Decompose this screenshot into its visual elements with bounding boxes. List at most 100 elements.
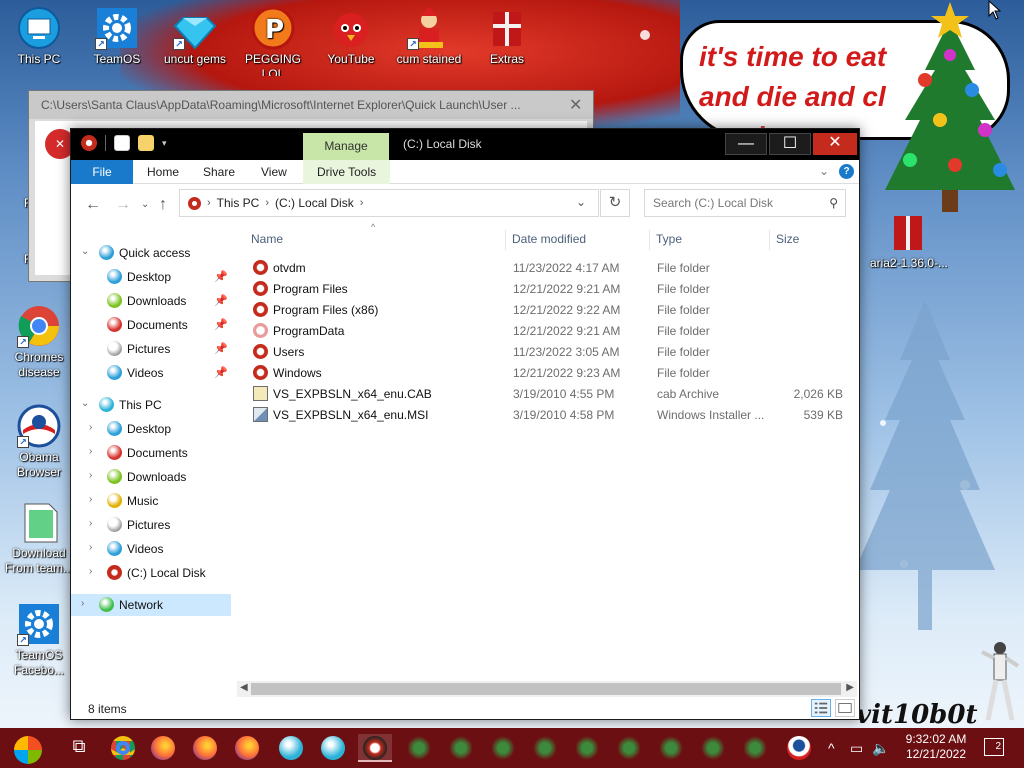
breadcrumb-separator-icon[interactable]: › xyxy=(360,197,364,209)
sidebar-item-pc-videos[interactable]: › Videos xyxy=(71,538,231,560)
sidebar-item-downloads[interactable]: Downloads 📌 xyxy=(71,290,231,312)
taskbar-firefox-3[interactable] xyxy=(230,734,264,762)
sidebar-item-local-disk[interactable]: › (C:) Local Disk xyxy=(71,562,231,584)
column-divider[interactable] xyxy=(505,230,506,250)
table-row[interactable]: otvdm 11/23/2022 4:17 AM File folder xyxy=(245,257,855,278)
scroll-right-icon[interactable]: ▶ xyxy=(846,682,854,693)
search-input[interactable]: Search (C:) Local Disk ⚲ xyxy=(644,189,846,217)
tab-file[interactable]: File xyxy=(71,160,133,184)
desktop-icon-this-pc[interactable]: This PC xyxy=(0,6,78,67)
tab-share[interactable]: Share xyxy=(189,160,249,184)
up-arrow-icon[interactable]: ↑ xyxy=(159,196,167,214)
desktop-icon-obama-browser[interactable]: ↗ Obama Browser xyxy=(0,404,78,480)
taskbar-tree-app-3[interactable] xyxy=(486,734,520,762)
taskbar-tree-app-5[interactable] xyxy=(570,734,604,762)
close-button[interactable]: ✕ xyxy=(813,133,857,155)
column-divider[interactable] xyxy=(649,230,650,250)
expand-chevron-icon[interactable]: › xyxy=(89,542,92,553)
column-header-date[interactable]: Date modified xyxy=(512,232,586,246)
table-row[interactable]: Program Files (x86) 12/21/2022 9:22 AM F… xyxy=(245,299,855,320)
taskbar-app-blue-1[interactable] xyxy=(274,734,308,762)
taskbar-app-blue-2[interactable] xyxy=(316,734,350,762)
taskbar-firefox-2[interactable] xyxy=(188,734,222,762)
taskbar-tree-app-4[interactable] xyxy=(528,734,562,762)
address-dropdown-icon[interactable]: ⌄ xyxy=(576,195,586,209)
forward-arrow-icon[interactable]: → xyxy=(115,196,131,214)
column-divider[interactable] xyxy=(769,230,770,250)
expand-chevron-icon[interactable]: › xyxy=(89,494,92,505)
customize-toolbar-icon[interactable]: ▾ xyxy=(162,138,167,149)
task-view-button[interactable]: ⧉ xyxy=(62,734,96,762)
background-window-close-button[interactable]: ✕ xyxy=(569,95,582,115)
desktop-icon-chromes-disease[interactable]: ↗ Chromes disease xyxy=(0,304,78,380)
taskbar-tree-app-7[interactable] xyxy=(654,734,688,762)
taskbar-tree-app-1[interactable] xyxy=(402,734,436,762)
expand-chevron-icon[interactable]: › xyxy=(89,446,92,457)
column-header-name[interactable]: Name xyxy=(251,232,283,246)
taskbar-tree-app-8[interactable] xyxy=(696,734,730,762)
scroll-left-icon[interactable]: ◀ xyxy=(240,682,248,693)
pin-icon[interactable]: 📌 xyxy=(214,366,228,379)
pin-icon[interactable]: 📌 xyxy=(214,294,228,307)
desktop-icon-uncut-gems[interactable]: ↗ uncut gems xyxy=(156,6,234,76)
expand-chevron-icon[interactable]: › xyxy=(89,518,92,529)
file-explorer-window[interactable]: ▾ Manage (C:) Local Disk — ☐ ✕ File Home… xyxy=(70,128,860,720)
properties-icon[interactable] xyxy=(114,135,130,151)
system-clock[interactable]: 9:32:02 AM 12/21/2022 xyxy=(896,732,976,762)
column-header-type[interactable]: Type xyxy=(656,232,682,246)
table-row[interactable]: Users 11/23/2022 3:05 AM File folder xyxy=(245,341,855,362)
breadcrumb-separator-icon[interactable]: › xyxy=(265,197,269,209)
expand-chevron-icon[interactable]: › xyxy=(89,566,92,577)
refresh-button[interactable]: ↻ xyxy=(600,189,630,217)
maximize-button[interactable]: ☐ xyxy=(769,133,811,155)
scrollbar-thumb[interactable] xyxy=(251,683,841,695)
pin-icon[interactable]: 📌 xyxy=(214,318,228,331)
taskbar-firefox-1[interactable] xyxy=(146,734,180,762)
desktop-icon-download-from-team[interactable]: Download From team... xyxy=(0,500,78,576)
table-row[interactable]: VS_EXPBSLN_x64_enu.MSI 3/19/2010 4:58 PM… xyxy=(245,404,855,425)
tab-home[interactable]: Home xyxy=(133,160,193,184)
help-icon[interactable]: ? xyxy=(839,164,854,179)
desktop-icon-teamos[interactable]: ↗ TeamOS xyxy=(78,6,156,76)
breadcrumb-this-pc[interactable]: This PC xyxy=(217,196,260,210)
table-row[interactable]: Program Files 12/21/2022 9:21 AM File fo… xyxy=(245,278,855,299)
taskbar-tree-app-9[interactable] xyxy=(738,734,772,762)
details-view-button[interactable] xyxy=(811,699,831,717)
breadcrumb-local-disk[interactable]: (C:) Local Disk xyxy=(275,196,354,210)
pin-icon[interactable]: 📌 xyxy=(214,342,228,355)
sidebar-item-pc-downloads[interactable]: › Downloads xyxy=(71,466,231,488)
expand-chevron-icon[interactable]: › xyxy=(81,598,84,609)
desktop-icon-youtube[interactable]: YouTube xyxy=(312,6,390,76)
table-row[interactable]: VS_EXPBSLN_x64_enu.CAB 3/19/2010 4:55 PM… xyxy=(245,383,855,404)
desktop-icon-pegging[interactable]: P PEGGING LOL xyxy=(234,6,312,76)
taskbar-obama-browser[interactable] xyxy=(782,734,816,762)
desktop-icon-aria2[interactable]: aria2-1.36.0-... xyxy=(868,210,948,271)
tab-drive-tools[interactable]: Drive Tools xyxy=(303,160,391,184)
recent-locations-icon[interactable]: ⌄ xyxy=(141,199,149,210)
desktop-icon-extras[interactable]: Extras xyxy=(468,6,546,76)
sidebar-item-pc-music[interactable]: › Music xyxy=(71,490,231,512)
desktop-icon-teamos-facebook[interactable]: ↗ TeamOS Facebo... xyxy=(0,602,78,678)
desktop-icon-cum-stained[interactable]: ↗ cum stained xyxy=(390,6,468,76)
large-icons-view-button[interactable] xyxy=(835,699,855,717)
sidebar-item-quick-access[interactable]: ⌄ Quick access xyxy=(71,242,231,264)
sidebar-item-pc-desktop[interactable]: › Desktop xyxy=(71,418,231,440)
table-row[interactable]: ProgramData 12/21/2022 9:21 AM File fold… xyxy=(245,320,855,341)
back-arrow-icon[interactable]: ← xyxy=(85,196,101,214)
action-center-icon[interactable]: 2 xyxy=(984,738,1004,756)
show-hidden-icons-chevron-icon[interactable]: ^ xyxy=(828,740,835,756)
expand-chevron-icon[interactable]: ⌄ xyxy=(81,398,89,409)
sidebar-item-pc-documents[interactable]: › Documents xyxy=(71,442,231,464)
network-tray-icon[interactable]: ▭ xyxy=(850,740,863,757)
sidebar-item-network[interactable]: › Network xyxy=(71,594,231,616)
sidebar-item-documents[interactable]: Documents 📌 xyxy=(71,314,231,336)
horizontal-scrollbar[interactable]: ◀ ▶ xyxy=(237,681,857,697)
taskbar-tree-app-6[interactable] xyxy=(612,734,646,762)
pin-icon[interactable]: 📌 xyxy=(214,270,228,283)
table-row[interactable]: Windows 12/21/2022 9:23 AM File folder xyxy=(245,362,855,383)
taskbar-tree-app-2[interactable] xyxy=(444,734,478,762)
breadcrumb-separator-icon[interactable]: › xyxy=(207,197,211,209)
taskbar-file-explorer[interactable] xyxy=(358,734,392,762)
address-bar[interactable]: › This PC › (C:) Local Disk › ⌄ xyxy=(179,189,599,217)
expand-ribbon-icon[interactable]: ⌄ xyxy=(819,164,829,178)
